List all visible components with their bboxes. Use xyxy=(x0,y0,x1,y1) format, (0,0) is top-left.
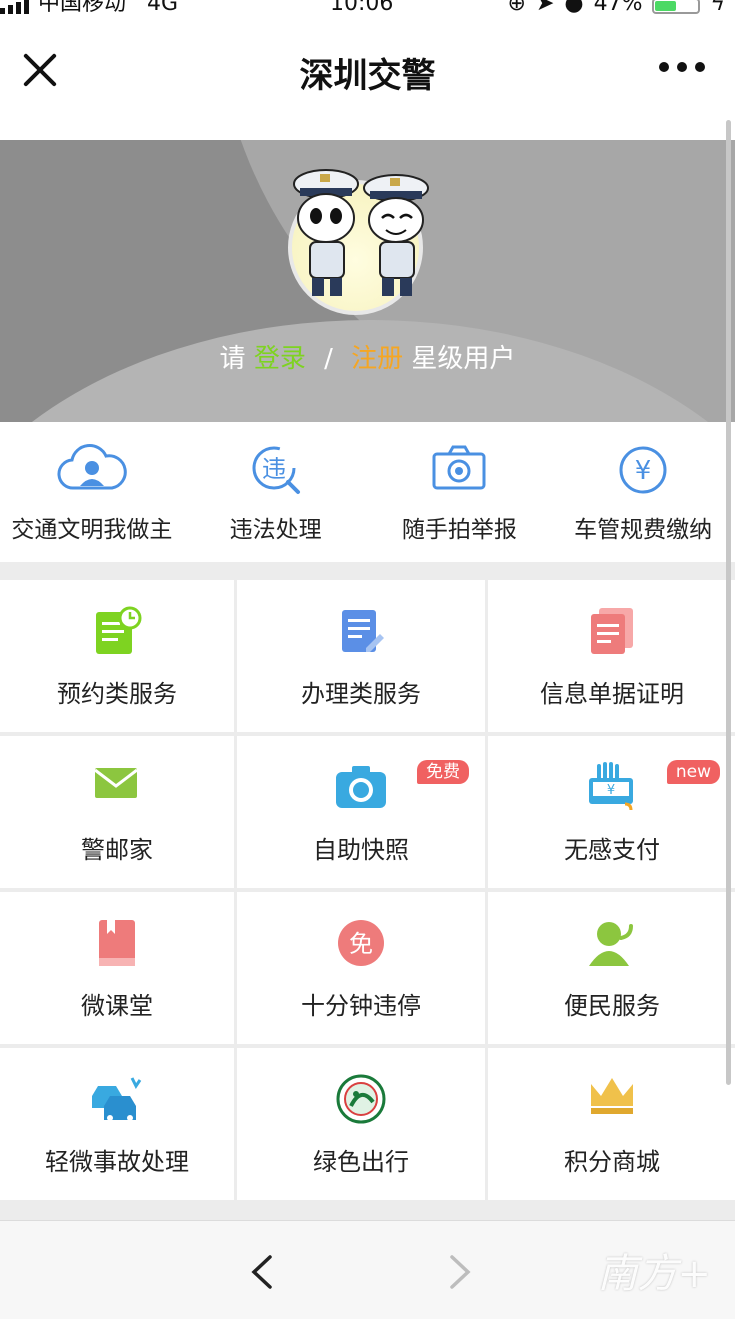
phone-agent-icon xyxy=(589,922,633,966)
green-travel-icon xyxy=(336,1074,386,1124)
avatar[interactable] xyxy=(288,169,429,315)
document-edit-icon xyxy=(342,610,384,652)
hero-banner: 请 登录 / 注册 星级用户 xyxy=(0,140,735,422)
contactless-pay-icon: ¥ xyxy=(589,762,633,811)
back-arrow-icon[interactable] xyxy=(248,1255,278,1289)
service-contactless-pay[interactable]: new ¥ 无感支付 xyxy=(488,736,735,888)
services-grid: 预约类服务 办理类服务 信息单据证明 警邮家 免费 自助快照 new ¥ 无感支… xyxy=(0,580,735,1200)
alarm-icon: ● xyxy=(564,0,584,16)
more-icon[interactable] xyxy=(659,62,705,72)
car-accident-icon xyxy=(92,1077,142,1121)
service-ten-minute-parking[interactable]: 免 十分钟违停 xyxy=(237,892,485,1044)
carrier-label: 中国移动 4G xyxy=(38,0,179,16)
violation-search-icon: 违 xyxy=(252,446,300,494)
location-icon: ➤ xyxy=(535,0,555,16)
new-badge: new xyxy=(666,760,720,784)
service-minor-accident[interactable]: 轻微事故处理 xyxy=(0,1048,234,1200)
service-green-travel[interactable]: 绿色出行 xyxy=(237,1048,485,1200)
quick-actions: 交通文明我做主 违 违法处理 随手拍举报 ¥ 车管规费缴纳 xyxy=(0,422,735,562)
watermark-logo: 南方+ xyxy=(597,1251,711,1297)
orientation-lock-icon: ⊕ xyxy=(507,0,526,16)
police-mascot-icon xyxy=(293,169,429,296)
service-convenience[interactable]: 便民服务 xyxy=(488,892,735,1044)
book-icon xyxy=(99,920,135,966)
cloud-user-icon xyxy=(57,444,127,490)
quick-item-civilized-traffic[interactable]: 交通文明我做主 xyxy=(0,422,184,562)
camera-outline-icon xyxy=(432,445,486,490)
yuan-coin-icon: ¥ xyxy=(619,446,667,494)
quick-item-violation[interactable]: 违 违法处理 xyxy=(184,422,368,562)
status-bar: 中国移动 4G 10:06 ⊕ ➤ ● 47% ϟ xyxy=(0,0,735,22)
service-appointment[interactable]: 预约类服务 xyxy=(0,580,234,732)
battery-icon xyxy=(652,0,701,14)
receipt-icon xyxy=(591,608,633,654)
service-police-post[interactable]: 警邮家 xyxy=(0,736,234,888)
crown-icon xyxy=(591,1078,633,1114)
page-title: 深圳交警 xyxy=(299,56,436,96)
service-self-photo[interactable]: 免费 自助快照 xyxy=(237,736,485,888)
login-prompt: 请 登录 / 注册 星级用户 xyxy=(219,344,516,374)
quick-item-fee-payment[interactable]: ¥ 车管规费缴纳 xyxy=(551,422,735,562)
charging-icon: ϟ xyxy=(710,0,725,16)
envelope-icon xyxy=(94,768,138,798)
login-link[interactable]: 登录 xyxy=(254,344,306,374)
free-parking-icon: 免 xyxy=(338,920,384,966)
nav-bar: 深圳交警 xyxy=(0,22,735,140)
forward-arrow-icon[interactable] xyxy=(444,1255,474,1289)
scrollbar[interactable] xyxy=(726,120,731,1085)
browser-toolbar: 南方+ xyxy=(0,1220,735,1319)
svg-text:违: 违 xyxy=(262,455,286,483)
appointment-clock-icon xyxy=(96,606,142,654)
signal-icon xyxy=(0,0,29,14)
service-documents[interactable]: 信息单据证明 xyxy=(488,580,735,732)
camera-icon xyxy=(336,766,386,808)
svg-text:¥: ¥ xyxy=(607,783,615,798)
free-badge: 免费 xyxy=(417,760,469,784)
service-micro-class[interactable]: 微课堂 xyxy=(0,892,234,1044)
register-link[interactable]: 注册 xyxy=(351,344,403,374)
service-points-mall[interactable]: 积分商城 xyxy=(488,1048,735,1200)
clock: 10:06 xyxy=(330,0,394,16)
quick-item-snap-report[interactable]: 随手拍举报 xyxy=(368,422,552,562)
svg-text:¥: ¥ xyxy=(635,456,652,486)
svg-text:免: 免 xyxy=(349,930,373,958)
status-right: ⊕ ➤ ● 47% ϟ xyxy=(507,0,725,16)
service-handling[interactable]: 办理类服务 xyxy=(237,580,485,732)
battery-percent: 47% xyxy=(593,0,643,16)
